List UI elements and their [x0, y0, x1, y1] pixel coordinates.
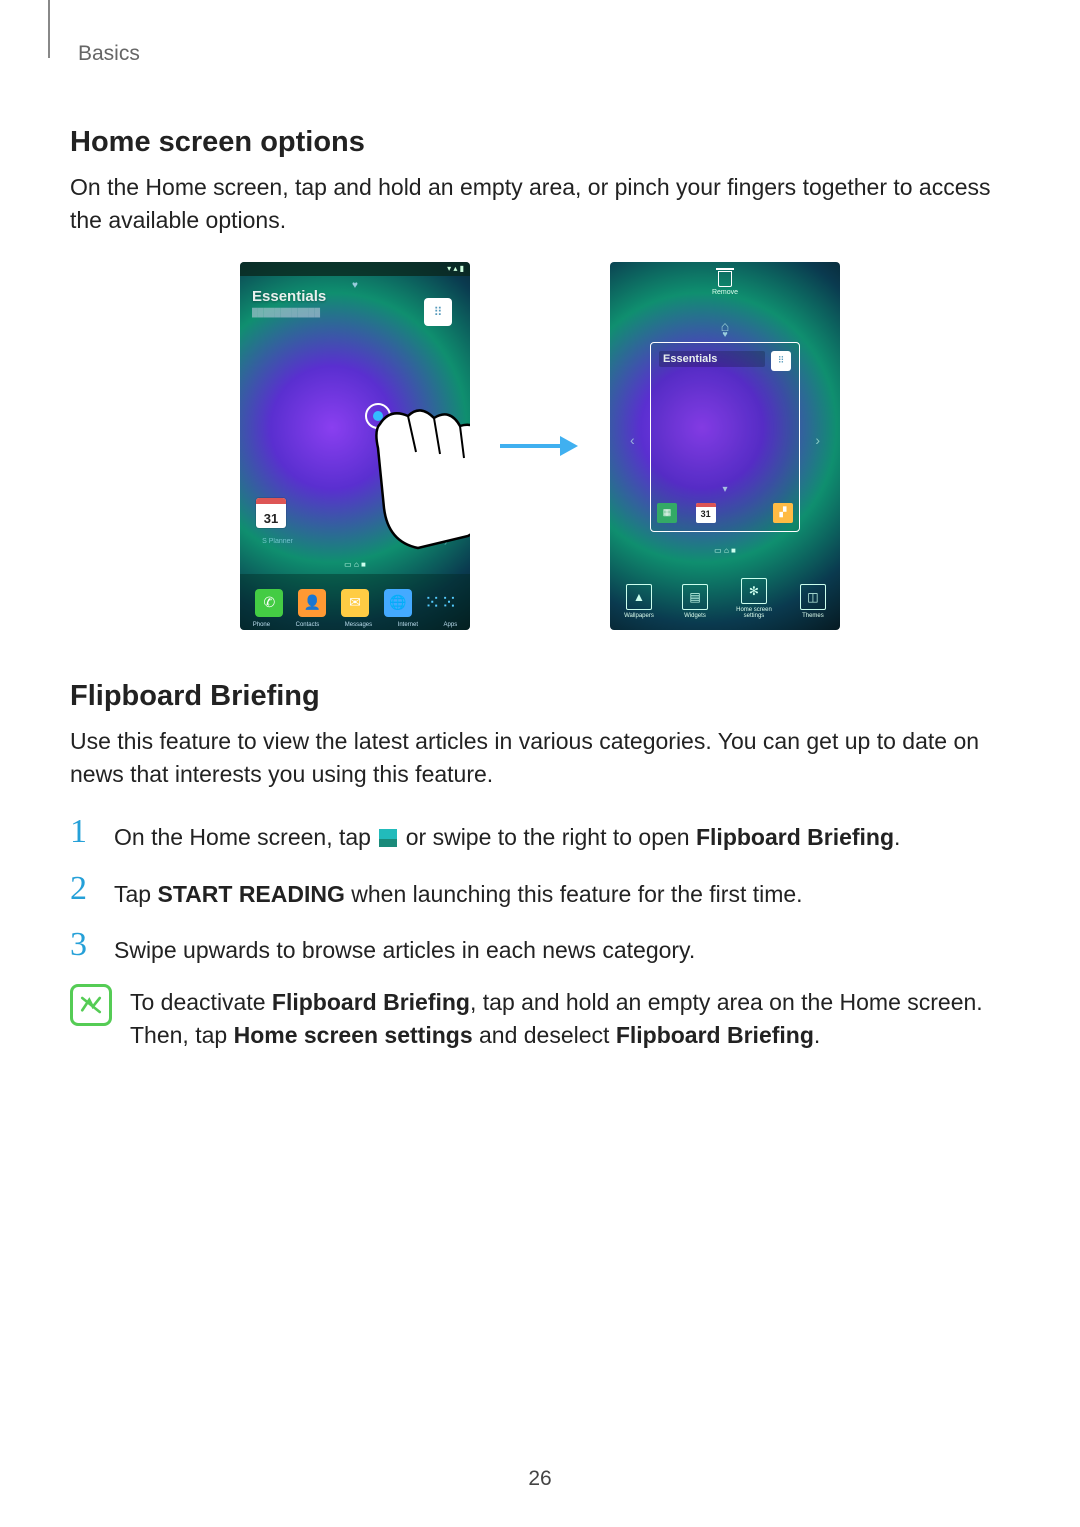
contacts-icon: 👤 [298, 589, 326, 617]
remove-bar: Remove [610, 262, 840, 306]
home-panel-preview: ♥ Essentials ⠿ ▾ ▦ 31 ▞ [650, 342, 800, 532]
step-2-text-a: Tap [114, 881, 157, 907]
themes-label: Themes [802, 613, 824, 620]
step-3-text: Swipe upwards to browse articles in each… [114, 928, 695, 966]
page-indicator: ▭ ⌂ ■ [240, 558, 470, 572]
section-flipboard-body: Use this feature to view the latest arti… [70, 725, 1010, 792]
step-number: 1 [70, 815, 96, 849]
note-text-e: . [814, 1022, 820, 1048]
caret-left-icon: ‹ [630, 432, 635, 448]
trash-icon [718, 271, 732, 287]
apps-icon: ⁙⁙ [427, 589, 455, 617]
step-2-bold: START READING [157, 881, 344, 907]
heart-icon: ♥ [722, 329, 727, 339]
calendar-icon: 31 [256, 498, 286, 528]
note-bold-3: Flipboard Briefing [616, 1022, 814, 1048]
header-rule [48, 0, 50, 58]
apps-grid-icon: ⠿ [424, 298, 452, 326]
step-2: 2 Tap START READING when launching this … [70, 872, 1010, 910]
section-flipboard-title: Flipboard Briefing [70, 680, 1010, 713]
flipboard-tile-icon [379, 829, 397, 847]
step-1: 1 On the Home screen, tap or swipe to th… [70, 815, 1010, 853]
step-2-text-b: when launching this feature for the firs… [345, 881, 803, 907]
essentials-subtitle: ████████████ [252, 308, 320, 317]
heart-icon: ♥ [352, 280, 358, 291]
status-bar: ▾ ▴ ▮ [240, 262, 470, 276]
essentials-label: Essentials [252, 288, 326, 305]
step-1-text-c: . [894, 824, 900, 850]
note-bold-1: Flipboard Briefing [272, 989, 470, 1015]
note-text-a: To deactivate [130, 989, 272, 1015]
widgets-label: Widgets [684, 613, 706, 620]
screenshot-home-screen: ▾ ▴ ▮ ♥ Essentials ████████████ ⠿ 31 S P… [240, 262, 470, 630]
widgets-icon: ▤ [682, 584, 708, 610]
apps-grid-mini-icon: ⠿ [771, 351, 791, 371]
note-block: To deactivate Flipboard Briefing, tap an… [70, 984, 1010, 1053]
calendar-mini-icon: 31 [696, 503, 716, 523]
messages-icon: ✉ [341, 589, 369, 617]
screenshot-home-edit-mode: Remove ⌂ ‹ › ♥ Essentials ⠿ ▾ ▦ 31 ▞ ▭ ⌂… [610, 262, 840, 630]
note-text-d: and deselect [473, 1022, 616, 1048]
settings-label: Home screen settings [736, 607, 772, 620]
note-bold-2: Home screen settings [234, 1022, 473, 1048]
step-1-text-b: or swipe to the right to open [399, 824, 696, 850]
wallpapers-label: Wallpapers [624, 613, 654, 620]
edit-options-row: ▲ Wallpapers ▤ Widgets ✻ Home screen set… [610, 578, 840, 620]
remove-label: Remove [712, 289, 738, 296]
caret-right-icon: › [815, 432, 820, 448]
phone-icon: ✆ [255, 589, 283, 617]
hand-touch-illustration [360, 398, 470, 558]
page-indicator: ▭ ⌂ ■ [610, 546, 840, 555]
down-arrow-icon: ▾ [722, 484, 727, 495]
settings-icon: ✻ [741, 578, 767, 604]
section-home-screen-options-title: Home screen options [70, 126, 1010, 159]
page-number: 26 [0, 1467, 1080, 1491]
step-number: 3 [70, 928, 96, 962]
app-row-labels: S PlannerGallery [240, 538, 470, 545]
step-number: 2 [70, 872, 96, 906]
wallpapers-icon: ▲ [626, 584, 652, 610]
themes-icon: ◫ [800, 584, 826, 610]
step-1-text-a: On the Home screen, tap [114, 824, 377, 850]
breadcrumb: Basics [78, 42, 1010, 66]
gallery-mini-icon: ▞ [773, 503, 793, 523]
note-icon [70, 984, 112, 1026]
essentials-mini-label: Essentials [659, 351, 765, 367]
figure-home-screen-options: ▾ ▴ ▮ ♥ Essentials ████████████ ⠿ 31 S P… [70, 262, 1010, 630]
step-1-bold: Flipboard Briefing [696, 824, 894, 850]
arrow-right-icon [500, 426, 580, 466]
widget-mini-icon: ▦ [657, 503, 677, 523]
internet-icon: 🌐 [384, 589, 412, 617]
section-home-screen-options-body: On the Home screen, tap and hold an empt… [70, 171, 1010, 238]
dock-labels: Phone Contacts Messages Internet Apps [240, 622, 470, 628]
step-3: 3 Swipe upwards to browse articles in ea… [70, 928, 1010, 966]
